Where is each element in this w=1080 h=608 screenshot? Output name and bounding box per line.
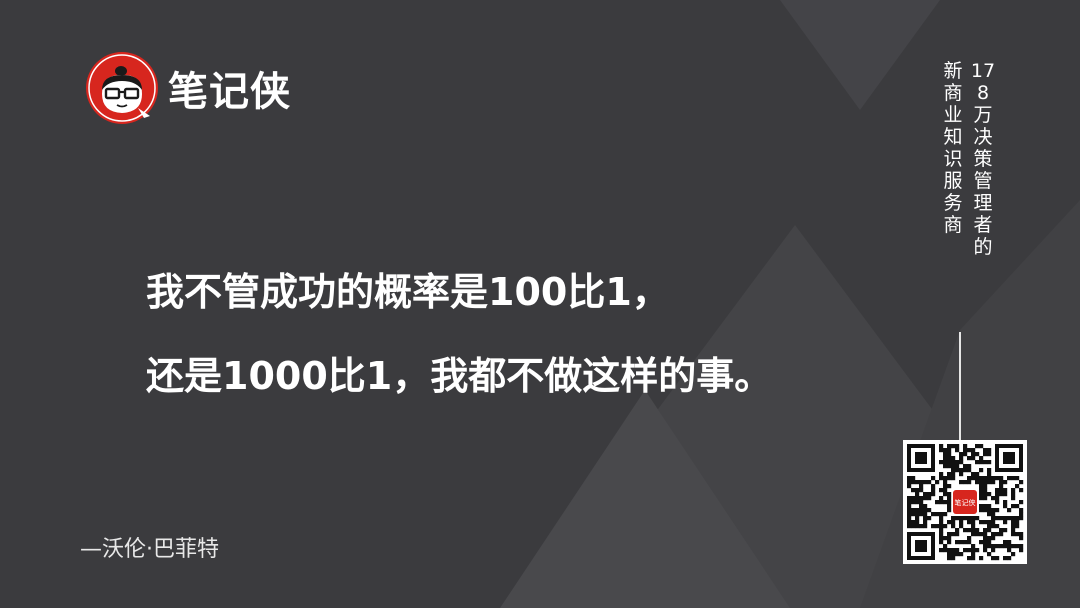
qr-code[interactable]: 笔记侠 [903,440,1027,564]
quote-line-2: 还是1000比1，我都不做这样的事。 [146,354,773,398]
cartoon-face-logo-icon [86,52,158,124]
qr-code-icon: 笔记侠 [907,444,1024,561]
quote-line-1: 我不管成功的概率是100比1， [146,270,670,314]
tagline-column-1: 178万决策管理者的 [970,60,996,258]
poster-canvas: 笔记侠 我不管成功的概率是100比1， 还是1000比1，我都不做这样的事。 —… [0,0,1080,608]
quote-author: —沃伦·巴菲特 [80,537,219,562]
brand-header: 笔记侠 [84,50,291,126]
tagline-column-2: 新商业知识服务商 [943,60,963,236]
bg-triangle-top [780,0,940,110]
vertical-tagline: 178万决策管理者的 新商业知识服务商 [940,60,996,482]
qr-center-badge: 笔记侠 [955,498,976,507]
brand-name: 笔记侠 [168,69,291,115]
quote-block: 我不管成功的概率是100比1， 还是1000比1，我都不做这样的事。 [146,250,772,418]
